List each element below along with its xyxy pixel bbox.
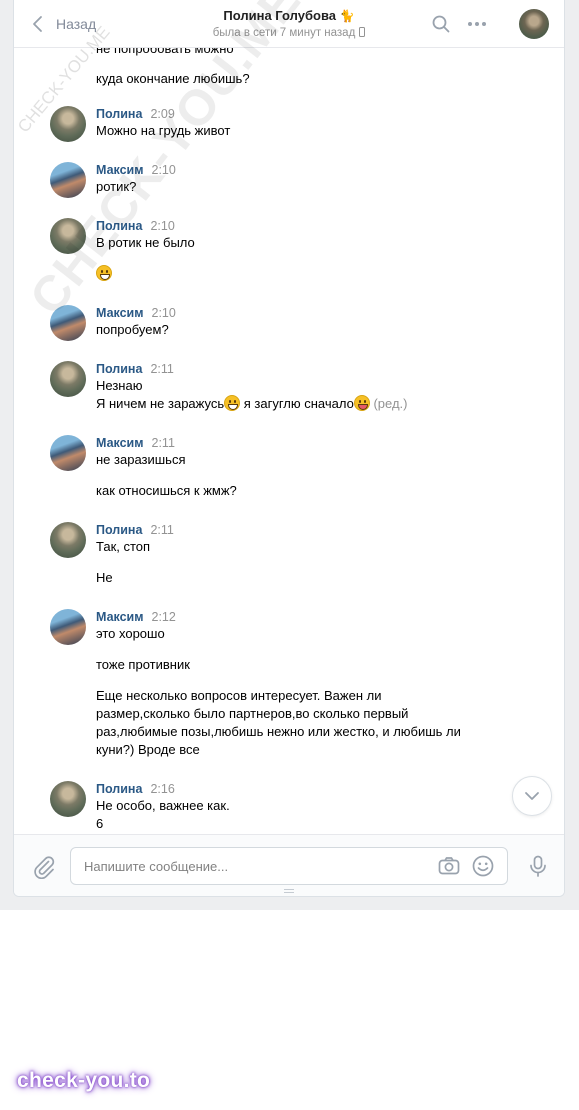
author-name[interactable]: Максим: [96, 163, 144, 177]
input-placeholder: Напишите сообщение...: [84, 859, 229, 874]
message-time[interactable]: 2:12: [152, 610, 176, 624]
avatar[interactable]: [50, 305, 86, 341]
camera-icon[interactable]: [437, 854, 461, 878]
author-name[interactable]: Максим: [96, 306, 144, 320]
chat-window: не попробовать можно куда окончание люби…: [13, 0, 565, 897]
author-name[interactable]: Максим: [96, 436, 144, 450]
message-time[interactable]: 2:11: [152, 436, 175, 450]
grin-emoji-icon: [224, 395, 241, 411]
wink-tongue-emoji-icon: [353, 395, 370, 411]
message-time[interactable]: 2:11: [150, 362, 173, 376]
message-text: Не: [96, 570, 113, 585]
header-actions: [430, 0, 564, 48]
search-icon: [432, 15, 450, 33]
brand-watermark: check-you.to: [17, 1069, 151, 1092]
edited-label[interactable]: (ред.): [373, 396, 407, 411]
scroll-to-bottom-button[interactable]: [512, 776, 552, 816]
chat-header: Назад Полина Голубова 🐈 была в сети 7 ми…: [14, 0, 564, 48]
message-text: Так, стоп: [96, 539, 151, 554]
message-text: не заразишься: [96, 452, 186, 467]
message-text: Незнаю: [96, 378, 143, 393]
author-name[interactable]: Полина: [96, 362, 142, 376]
smile-icon[interactable]: [471, 854, 495, 878]
avatar[interactable]: [50, 609, 86, 645]
message-text: как относишься к жмж?: [96, 483, 237, 498]
message-text: Не особо, важнее как.: [96, 798, 230, 813]
message-text: 6: [96, 816, 104, 831]
resize-handle[interactable]: [284, 889, 294, 893]
search-button[interactable]: [430, 13, 452, 35]
author-name[interactable]: Полина: [96, 219, 142, 233]
avatar[interactable]: [50, 106, 86, 142]
mobile-phone-icon: [359, 27, 366, 37]
author-name[interactable]: Полина: [96, 107, 142, 121]
page-background: не попробовать можно куда окончание люби…: [0, 0, 579, 910]
avatar[interactable]: [50, 435, 86, 471]
cat-emoji-icon: 🐈: [339, 9, 355, 23]
grin-emoji-icon: [96, 265, 112, 281]
emoji-message: [96, 265, 195, 283]
contact-name: Полина Голубова: [223, 8, 336, 23]
microphone-icon[interactable]: [526, 854, 550, 878]
message-text: ротик?: [96, 179, 137, 194]
message-time[interactable]: 2:09: [150, 107, 174, 121]
message-composer: Напишите сообщение...: [14, 834, 564, 896]
message-history[interactable]: не попробовать можно куда окончание люби…: [14, 0, 564, 834]
message-text: куда окончание любишь?: [96, 71, 250, 86]
status-text: была в сети 7 минут назад: [212, 27, 356, 39]
author-name[interactable]: Полина: [96, 523, 142, 537]
avatar[interactable]: [50, 781, 86, 817]
avatar[interactable]: [50, 218, 86, 254]
message-time[interactable]: 2:10: [152, 163, 176, 177]
avatar[interactable]: [50, 361, 86, 397]
more-button[interactable]: [466, 13, 488, 35]
message-text: попробуем?: [96, 322, 169, 337]
message-time[interactable]: 2:16: [150, 782, 174, 796]
message-text: Можно на грудь живот: [96, 123, 231, 138]
message-text-part: я загуглю сначало: [243, 396, 354, 411]
message-text: тоже противник: [96, 657, 190, 672]
message-text: это хорошо: [96, 626, 165, 641]
message-time[interactable]: 2:11: [150, 523, 173, 537]
contact-avatar[interactable]: [519, 9, 549, 39]
author-name[interactable]: Максим: [96, 610, 144, 624]
message-text: Еще несколько вопросов интересует. Важен…: [96, 688, 461, 757]
avatar[interactable]: [50, 162, 86, 198]
avatar[interactable]: [50, 522, 86, 558]
message-text: В ротик не было: [96, 235, 195, 250]
chevron-down-icon: [525, 792, 539, 800]
paperclip-icon[interactable]: [32, 855, 56, 879]
message-text-part: Я ничем не заражусь: [96, 396, 225, 411]
author-name[interactable]: Полина: [96, 782, 142, 796]
more-dots-icon: [468, 22, 486, 26]
message-time[interactable]: 2:10: [152, 306, 176, 320]
message-time[interactable]: 2:10: [150, 219, 174, 233]
message-text: Я ничем не заражусь я загуглю сначало (р…: [96, 395, 408, 413]
